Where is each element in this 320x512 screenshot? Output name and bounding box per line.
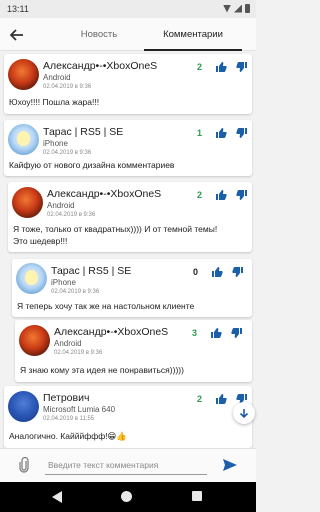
- comment-score: 3: [192, 328, 198, 338]
- comment-date: 02.04.2019 в 9:36: [47, 212, 96, 218]
- thumbs-down-icon[interactable]: [236, 188, 248, 200]
- tab-news-label: Новость: [80, 29, 118, 40]
- signal-icon: [234, 4, 242, 13]
- system-nav-bar: [0, 482, 256, 512]
- thumbs-down-icon[interactable]: [236, 126, 248, 138]
- comment-date: 02.04.2019 в 9:36: [43, 150, 92, 156]
- tab-active-indicator: [144, 49, 242, 51]
- comment-score: 2: [197, 394, 203, 404]
- tab-comments-label: Комментарии: [163, 29, 223, 40]
- comment-author[interactable]: Петрович: [43, 392, 89, 404]
- system-icons: [223, 4, 250, 13]
- comment-text: Я теперь хочу так же на настольном клиен…: [17, 301, 195, 311]
- comment-score: 1: [197, 128, 203, 138]
- comment-device: iPhone: [43, 139, 68, 148]
- app-bar: Новость Комментарии: [0, 18, 256, 51]
- battery-icon: [245, 4, 250, 13]
- thumbs-down-icon[interactable]: [232, 265, 244, 277]
- status-time: 13:11: [7, 4, 29, 14]
- duck-avatar-image: [25, 270, 38, 285]
- paperclip-icon[interactable]: [18, 456, 30, 473]
- comment-device: iPhone: [51, 278, 76, 287]
- avatar[interactable]: [8, 59, 39, 90]
- comment-date: 02.04.2019 в 11:55: [43, 416, 95, 422]
- thumbs-up-icon[interactable]: [215, 188, 227, 200]
- comment-device: Android: [43, 73, 71, 82]
- thumbs-up-icon[interactable]: [215, 126, 227, 138]
- status-bar: 13:11: [0, 0, 256, 18]
- comment-device: Android: [54, 339, 82, 348]
- thumbs-down-icon[interactable]: [231, 326, 243, 338]
- comment-score: 2: [197, 190, 203, 200]
- comment-date: 02.04.2019 в 9:36: [54, 350, 103, 356]
- tab-news[interactable]: Новость: [60, 18, 138, 51]
- nav-recents-icon[interactable]: [192, 491, 202, 501]
- duck-avatar-image: [17, 131, 30, 146]
- send-icon[interactable]: [222, 458, 238, 472]
- comment-score: 2: [197, 62, 203, 72]
- comment-text: Аналогично. Кайййффф!😁👍: [9, 431, 128, 441]
- comment-author[interactable]: Александр•-•XboxOneS: [54, 326, 168, 338]
- comment-card: Александр•-•XboxOneS Android 02.04.2019 …: [4, 54, 252, 114]
- comment-input[interactable]: [45, 455, 207, 475]
- nav-home-icon[interactable]: [121, 491, 132, 502]
- avatar[interactable]: [16, 263, 47, 294]
- back-arrow-icon[interactable]: [8, 26, 26, 44]
- avatar[interactable]: [19, 325, 50, 356]
- avatar[interactable]: [8, 124, 39, 155]
- comment-date: 02.04.2019 в 9:36: [51, 289, 100, 295]
- thumbs-up-icon[interactable]: [215, 60, 227, 72]
- avatar[interactable]: [8, 391, 39, 422]
- scroll-down-button[interactable]: [233, 402, 255, 424]
- nav-back-icon[interactable]: [52, 491, 62, 503]
- comments-list[interactable]: Александр•-•XboxOneS Android 02.04.2019 …: [0, 52, 256, 448]
- comment-date: 02.04.2019 в 9:36: [43, 84, 92, 90]
- avatar[interactable]: [12, 187, 43, 218]
- wifi-icon: [223, 4, 231, 13]
- arrow-down-icon: [239, 408, 249, 418]
- thumbs-up-icon[interactable]: [215, 392, 227, 404]
- comment-author[interactable]: Тарас | RS5 | SE: [43, 126, 123, 138]
- tab-comments[interactable]: Комментарии: [140, 18, 246, 51]
- thumbs-up-icon[interactable]: [210, 326, 222, 338]
- comment-author[interactable]: Александр•-•XboxOneS: [47, 188, 161, 200]
- comment-device: Microsoft Lumia 640: [43, 405, 116, 414]
- comment-text: Это шедевр!!!: [13, 236, 68, 246]
- comment-input-bar: [0, 448, 256, 482]
- comment-score: 0: [193, 267, 199, 277]
- comment-author[interactable]: Тарас | RS5 | SE: [51, 265, 131, 277]
- comment-card: Тарас | RS5 | SE iPhone 02.04.2019 в 9:3…: [12, 259, 252, 317]
- thumbs-down-icon[interactable]: [236, 60, 248, 72]
- comment-text: Я знаю кому эта идея не понравиться))))): [20, 365, 184, 375]
- comment-text: Я тоже, только от квадратных)))) И от те…: [13, 224, 218, 234]
- comment-device: Android: [47, 201, 75, 210]
- comment-card: Тарас | RS5 | SE iPhone 02.04.2019 в 9:3…: [4, 120, 252, 176]
- comment-author[interactable]: Александр•-•XboxOneS: [43, 60, 157, 72]
- comment-card: Петрович Microsoft Lumia 640 02.04.2019 …: [4, 386, 252, 448]
- comment-card: Александр•-•XboxOneS Android 02.04.2019 …: [15, 320, 252, 382]
- comment-text: Кайфую от нового дизайна комментариев: [9, 160, 175, 170]
- comment-text: Юхоу!!!! Пошла жара!!!: [9, 97, 100, 107]
- comment-card: Александр•-•XboxOneS Android 02.04.2019 …: [8, 182, 252, 252]
- thumbs-up-icon[interactable]: [211, 265, 223, 277]
